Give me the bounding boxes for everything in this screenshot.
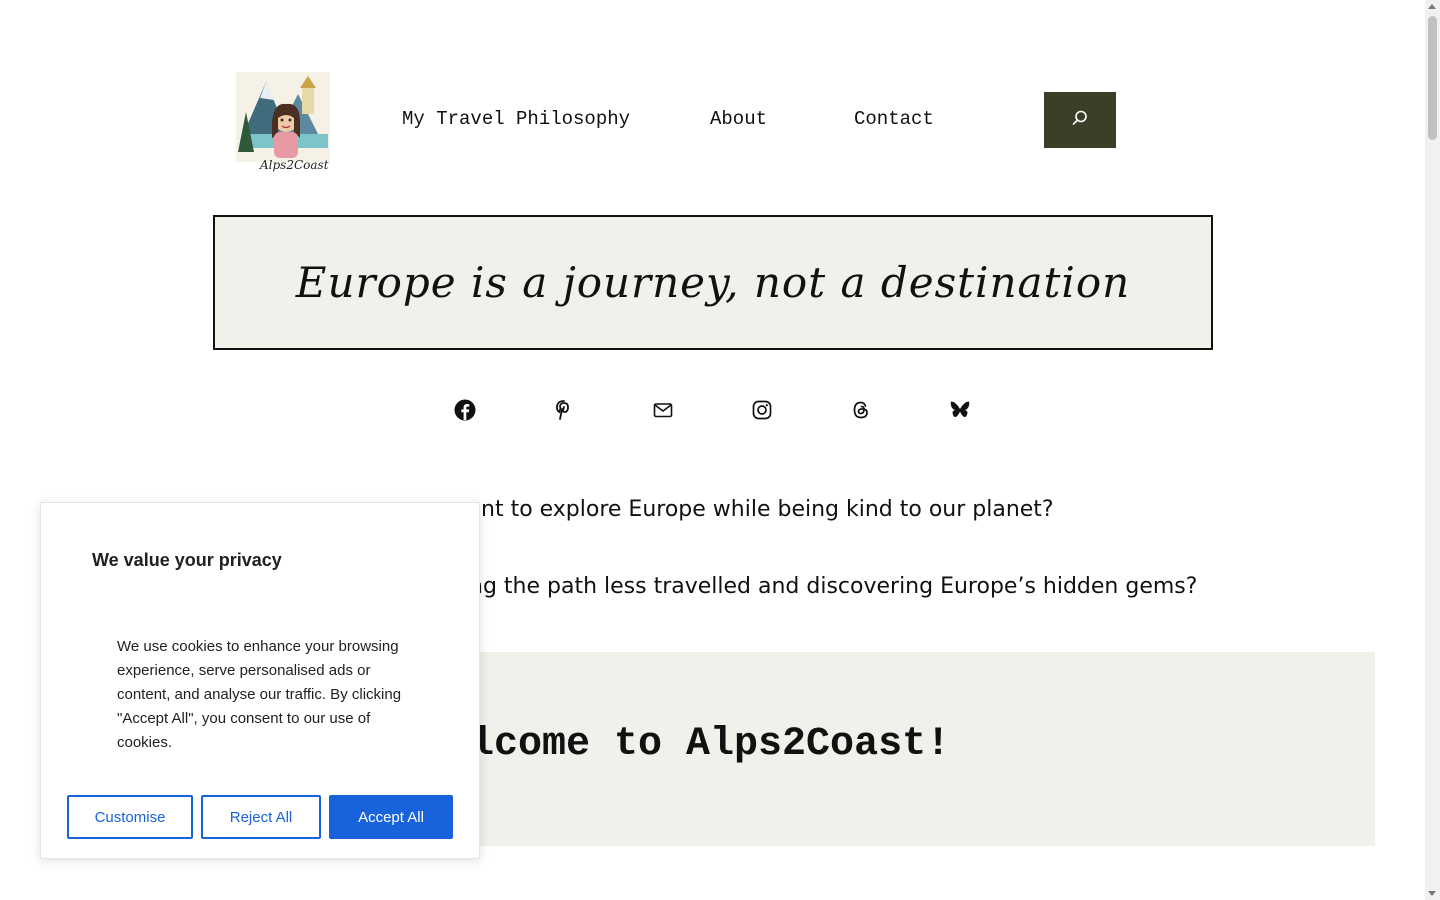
nav-my-travel-philosophy[interactable]: My Travel Philosophy [402, 108, 630, 130]
intro-line-2: ng the path less travelled and discoveri… [469, 574, 1198, 599]
intro-line-1: nt to explore Europe while being kind to… [481, 497, 1054, 522]
scroll-thumb[interactable] [1428, 16, 1437, 140]
search-button[interactable] [1044, 92, 1116, 148]
facebook-link[interactable] [453, 399, 477, 426]
scroll-down-arrow-icon[interactable] [1428, 891, 1436, 896]
cookie-consent-dialog: We value your privacy We use cookies to … [40, 502, 480, 859]
pinterest-icon [553, 399, 575, 426]
page-scrollbar[interactable] [1425, 0, 1440, 900]
threads-icon [850, 399, 872, 426]
search-icon [1071, 109, 1089, 132]
reject-all-button[interactable]: Reject All [201, 795, 321, 839]
nav-about[interactable]: About [710, 108, 767, 130]
tagline-text: Europe is a journey, not a destination [295, 258, 1131, 307]
site-logo[interactable]: Alps2Coast [236, 72, 330, 174]
mail-icon [652, 399, 674, 426]
cookie-description: We use cookies to enhance your browsing … [117, 638, 402, 751]
nav-contact[interactable]: Contact [854, 108, 934, 130]
customise-button[interactable]: Customise [67, 795, 193, 839]
instagram-icon [751, 399, 773, 426]
scroll-up-arrow-icon[interactable] [1428, 4, 1436, 9]
welcome-heading: lcome to Alps2Coast! [470, 722, 951, 767]
cookie-title: We value your privacy [92, 550, 282, 570]
accept-all-button[interactable]: Accept All [329, 795, 453, 839]
instagram-link[interactable] [750, 400, 774, 424]
email-link[interactable] [651, 400, 675, 424]
pinterest-link[interactable] [552, 399, 576, 426]
facebook-icon [454, 399, 476, 426]
bluesky-icon [949, 399, 971, 426]
logo-text: Alps2Coast [260, 158, 329, 172]
tagline-banner: Europe is a journey, not a destination [213, 215, 1213, 350]
bluesky-link[interactable] [948, 400, 972, 424]
threads-link[interactable] [849, 400, 873, 424]
